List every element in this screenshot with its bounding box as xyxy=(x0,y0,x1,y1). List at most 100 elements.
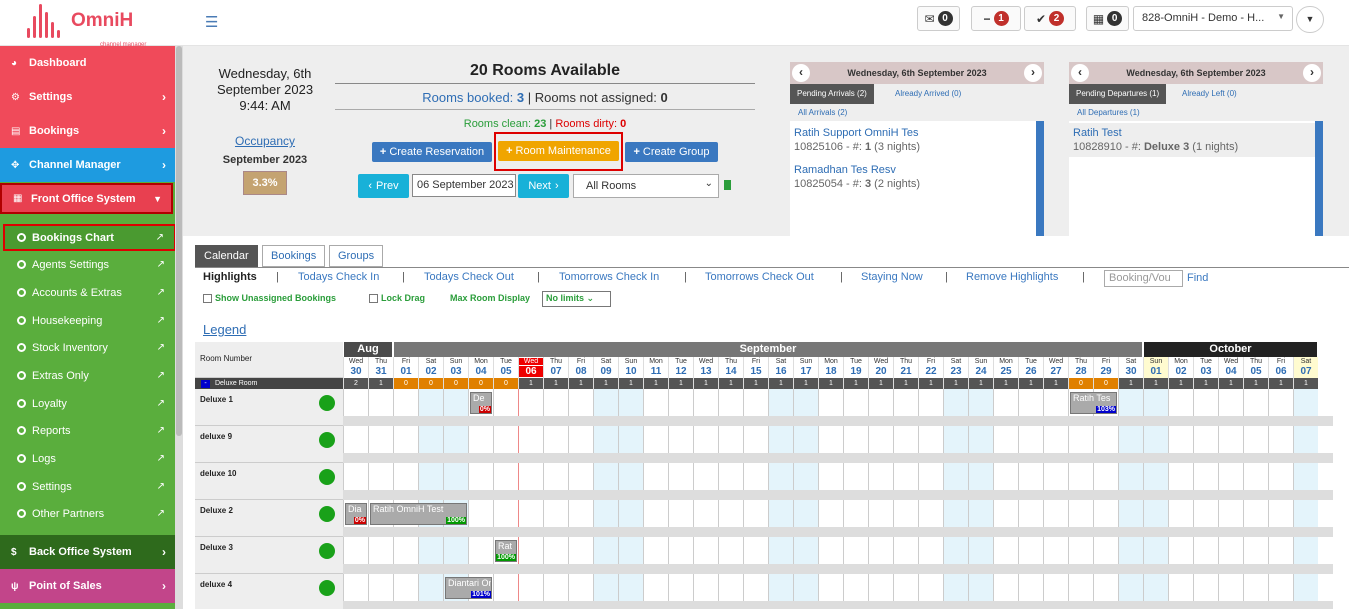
calendar-cell[interactable] xyxy=(1243,537,1268,564)
calendar-cell[interactable] xyxy=(343,574,368,601)
calendar-cell[interactable] xyxy=(1143,574,1168,601)
calendar-cell[interactable] xyxy=(843,463,868,490)
calendar-cell[interactable] xyxy=(493,463,518,490)
show-unassigned-checkbox[interactable]: Show Unassigned Bookings xyxy=(203,293,336,303)
sidebar-item-front-office-system[interactable]: ▦ Front Office System ▼ xyxy=(0,183,173,214)
calendar-cell[interactable] xyxy=(1118,500,1143,527)
calendar-cell[interactable] xyxy=(643,574,668,601)
create-group-button[interactable]: + Create Group xyxy=(625,142,718,162)
calendar-cell[interactable] xyxy=(393,426,418,453)
room-clean-status-icon[interactable] xyxy=(319,395,335,411)
calendar-cell[interactable] xyxy=(668,537,693,564)
calendar-cell[interactable] xyxy=(1018,426,1043,453)
day-header[interactable]: Fri 01 0 xyxy=(393,357,418,389)
calendar-cell[interactable] xyxy=(1043,389,1068,416)
calendar-cell[interactable] xyxy=(968,500,993,527)
calendar-cell[interactable] xyxy=(768,463,793,490)
calendar-cell[interactable] xyxy=(1143,389,1168,416)
day-header[interactable]: Sun 01 1 xyxy=(1143,357,1168,389)
calendar-cell[interactable] xyxy=(393,389,418,416)
next-button[interactable]: Next › xyxy=(518,174,569,198)
day-header[interactable]: Sat 07 1 xyxy=(1293,357,1318,389)
calendar-cell[interactable] xyxy=(618,500,643,527)
create-reservation-button[interactable]: + Create Reservation xyxy=(372,142,492,162)
departure-item[interactable]: Ratih Test 10828910 - #: Deluxe 3 (1 nig… xyxy=(1069,123,1315,157)
calendar-cell[interactable] xyxy=(1218,537,1243,564)
calendar-cell[interactable] xyxy=(1243,463,1268,490)
sidebar-sub-settings[interactable]: Settings ↗ xyxy=(0,473,175,500)
calendar-cell[interactable] xyxy=(1193,537,1218,564)
calendar-cell[interactable] xyxy=(518,537,543,564)
calendar-cell[interactable] xyxy=(943,463,968,490)
calendar-cell[interactable] xyxy=(568,500,593,527)
room-row-label[interactable]: deluxe 4 xyxy=(195,574,343,609)
calendar-cell[interactable] xyxy=(718,426,743,453)
calendar-cell[interactable] xyxy=(693,426,718,453)
calendar-cell[interactable] xyxy=(818,574,843,601)
room-clean-status-icon[interactable] xyxy=(319,580,335,596)
calendar-cell[interactable] xyxy=(1118,463,1143,490)
calendar-cell[interactable] xyxy=(668,574,693,601)
calendar-cell[interactable] xyxy=(593,389,618,416)
calendar-cell[interactable] xyxy=(643,500,668,527)
arrival-item[interactable]: Ratih Support OmniH Tes 10825106 - #: 1 … xyxy=(790,123,1036,157)
calendar-cell[interactable] xyxy=(993,537,1018,564)
arrival-item[interactable]: Ramadhan Tes Resv 10825054 - #: 3 (2 nig… xyxy=(790,160,1036,194)
rooms-filter-select[interactable]: All Rooms ⌄ xyxy=(573,174,719,198)
calendar-cell[interactable] xyxy=(568,426,593,453)
legend-link[interactable]: Legend xyxy=(203,322,246,337)
calendar-cell[interactable] xyxy=(943,426,968,453)
sidebar-sub-extras-only[interactable]: Extras Only ↗ xyxy=(0,362,175,389)
arrivals-prev-icon[interactable]: ‹ xyxy=(792,64,810,82)
calendar-cell[interactable] xyxy=(918,574,943,601)
calendar-cell[interactable] xyxy=(1043,537,1068,564)
calendar-cell[interactable] xyxy=(518,426,543,453)
calendar-cell[interactable] xyxy=(893,574,918,601)
day-header[interactable]: Tue 19 1 xyxy=(843,357,868,389)
calendar-cell[interactable] xyxy=(1118,426,1143,453)
sidebar-sub-bookings-chart[interactable]: Bookings Chart ↗ xyxy=(3,224,176,251)
day-header[interactable]: Wed 30 2 xyxy=(343,357,368,389)
calendar-cell[interactable] xyxy=(393,574,418,601)
calendar-cell[interactable] xyxy=(1118,574,1143,601)
calendar-button[interactable]: ▦ 0 xyxy=(1086,6,1129,31)
departures-scrollbar[interactable] xyxy=(1315,121,1323,236)
calendar-cell[interactable] xyxy=(1018,389,1043,416)
calendar-cell[interactable] xyxy=(593,463,618,490)
prev-button[interactable]: ‹ Prev xyxy=(358,174,409,198)
calendar-cell[interactable] xyxy=(993,574,1018,601)
calendar-cell[interactable] xyxy=(1143,463,1168,490)
room-row-label[interactable]: Deluxe 1 xyxy=(195,389,343,426)
sidebar-sub-housekeeping[interactable]: Housekeeping ↗ xyxy=(0,307,175,334)
all-departures-link[interactable]: All Departures (1) xyxy=(1069,104,1323,121)
calendar-cell[interactable] xyxy=(793,500,818,527)
calendar-cell[interactable] xyxy=(593,537,618,564)
find-link[interactable]: Find xyxy=(1187,272,1208,284)
calendar-cell[interactable] xyxy=(618,389,643,416)
sidebar-sub-agents-settings[interactable]: Agents Settings ↗ xyxy=(0,251,175,278)
calendar-cell[interactable] xyxy=(893,500,918,527)
day-header[interactable]: Tue 05 0 xyxy=(493,357,518,389)
day-header[interactable]: Fri 15 1 xyxy=(743,357,768,389)
calendar-cell[interactable] xyxy=(518,463,543,490)
calendar-cell[interactable] xyxy=(1268,574,1293,601)
calendar-cell[interactable] xyxy=(843,500,868,527)
calendar-cell[interactable] xyxy=(443,426,468,453)
calendar-cell[interactable] xyxy=(1193,463,1218,490)
calendar-cell[interactable] xyxy=(643,463,668,490)
calendar-cell[interactable] xyxy=(518,574,543,601)
calendar-cell[interactable] xyxy=(843,389,868,416)
calendar-cell[interactable] xyxy=(1093,500,1118,527)
calendar-cell[interactable] xyxy=(1218,389,1243,416)
calendar-cell[interactable] xyxy=(543,537,568,564)
calendar-cell[interactable] xyxy=(1243,426,1268,453)
calendar-cell[interactable] xyxy=(468,500,493,527)
calendar-cell[interactable] xyxy=(868,574,893,601)
booking-block[interactable]: Ratih Tes 103% xyxy=(1070,392,1117,414)
calendar-cell[interactable] xyxy=(343,537,368,564)
calendar-cell[interactable] xyxy=(743,500,768,527)
sidebar-item-channel-manager[interactable]: ✥ Channel Manager › xyxy=(0,148,175,182)
calendar-cell[interactable] xyxy=(743,574,768,601)
calendar-cell[interactable] xyxy=(1268,500,1293,527)
calendar-cell[interactable] xyxy=(368,463,393,490)
